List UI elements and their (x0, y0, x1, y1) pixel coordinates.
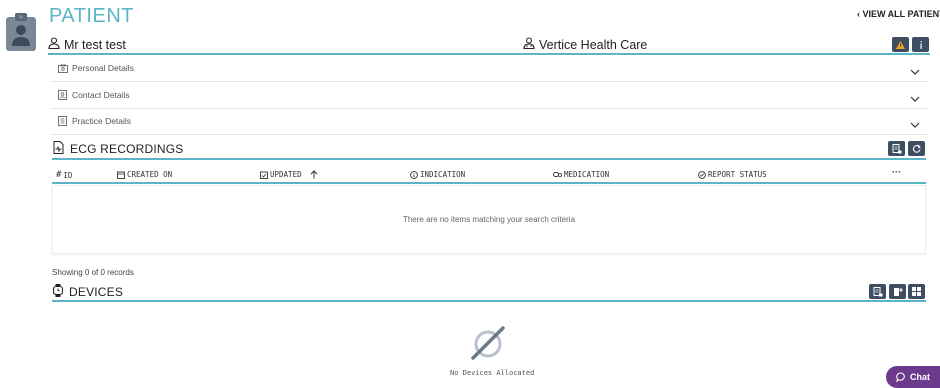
sort-ascending-icon (310, 170, 317, 179)
column-updated[interactable]: UPDATED (260, 170, 318, 179)
column-id[interactable]: # ID (56, 170, 72, 180)
accordion-label: Practice Details (72, 116, 132, 126)
check-circle-icon (698, 170, 706, 179)
practice-name: Vertice Health Care (523, 37, 647, 52)
report-button[interactable] (888, 141, 905, 156)
user-icon (48, 37, 60, 52)
patient-clipboard-icon (5, 12, 37, 52)
id-card-icon (58, 63, 68, 73)
practice-name-text: Vertice Health Care (539, 37, 648, 52)
ecg-divider (52, 158, 926, 160)
column-medication[interactable]: MEDICATION (553, 170, 609, 179)
info-button[interactable] (912, 37, 929, 52)
column-indication[interactable]: INDICATION (410, 170, 465, 179)
contact-book-icon (58, 90, 68, 100)
devices-title-text: DEVICES (69, 285, 124, 299)
chevron-down-icon (910, 89, 920, 107)
more-options-button[interactable]: ··· (892, 167, 901, 177)
calendar-icon (117, 171, 125, 179)
accordion-personal-details[interactable]: Personal Details (50, 55, 928, 82)
empty-table-message: There are no items matching your search … (402, 215, 576, 224)
chevron-down-icon (910, 62, 920, 80)
view-all-patients-link[interactable]: ‹ VIEW ALL PATIENTS (857, 9, 940, 19)
accordion-practice-details[interactable]: Practice Details (50, 108, 928, 135)
patient-name-text: Mr test test (64, 37, 126, 52)
table-header: # ID CREATED ON UPDATED INDICATION MEDICA… (52, 166, 926, 184)
refresh-icon (912, 144, 921, 153)
add-device-icon (893, 287, 903, 296)
calendar-check-icon (260, 171, 268, 179)
hash-icon: # (56, 170, 62, 180)
chat-button[interactable]: Chat (886, 366, 940, 388)
patient-name: Mr test test (48, 37, 126, 52)
column-created-on[interactable]: CREATED ON (117, 170, 172, 179)
ecg-title-text: ECG RECORDINGS (70, 142, 184, 156)
ecg-file-icon (53, 141, 64, 157)
info-circle-icon (410, 170, 418, 179)
table-body: There are no items matching your search … (52, 185, 926, 254)
building-icon (58, 116, 68, 126)
devices-section-title: DEVICES (52, 284, 124, 300)
watch-icon (52, 284, 64, 300)
accordion-label: Contact Details (72, 90, 130, 100)
report-icon (873, 286, 882, 296)
accordion-label: Personal Details (72, 63, 134, 73)
no-devices-icon (469, 326, 507, 360)
ecg-section-title: ECG RECORDINGS (53, 141, 183, 157)
no-devices-message: No Devices Allocated (450, 369, 535, 377)
alert-button[interactable] (892, 37, 909, 52)
info-icon (920, 40, 922, 49)
report-icon (892, 143, 901, 153)
add-device-button[interactable] (889, 284, 906, 299)
column-report-status[interactable]: REPORT STATUS (698, 170, 767, 179)
chat-bubble-icon (896, 372, 905, 382)
pills-icon (553, 171, 562, 177)
chat-label: Chat (910, 372, 930, 382)
grid-view-button[interactable] (908, 284, 925, 299)
grid-icon (912, 287, 921, 296)
chevron-down-icon (910, 115, 920, 133)
warning-icon (896, 40, 905, 49)
view-all-label: VIEW ALL PATIENTS (862, 9, 940, 19)
device-report-button[interactable] (869, 284, 886, 299)
devices-divider (52, 300, 926, 302)
refresh-button[interactable] (908, 141, 925, 156)
doctor-icon (523, 37, 535, 52)
accordion-contact-details[interactable]: Contact Details (50, 82, 928, 109)
page-title: PATIENT (49, 5, 134, 27)
records-count: Showing 0 of 0 records (52, 268, 134, 277)
